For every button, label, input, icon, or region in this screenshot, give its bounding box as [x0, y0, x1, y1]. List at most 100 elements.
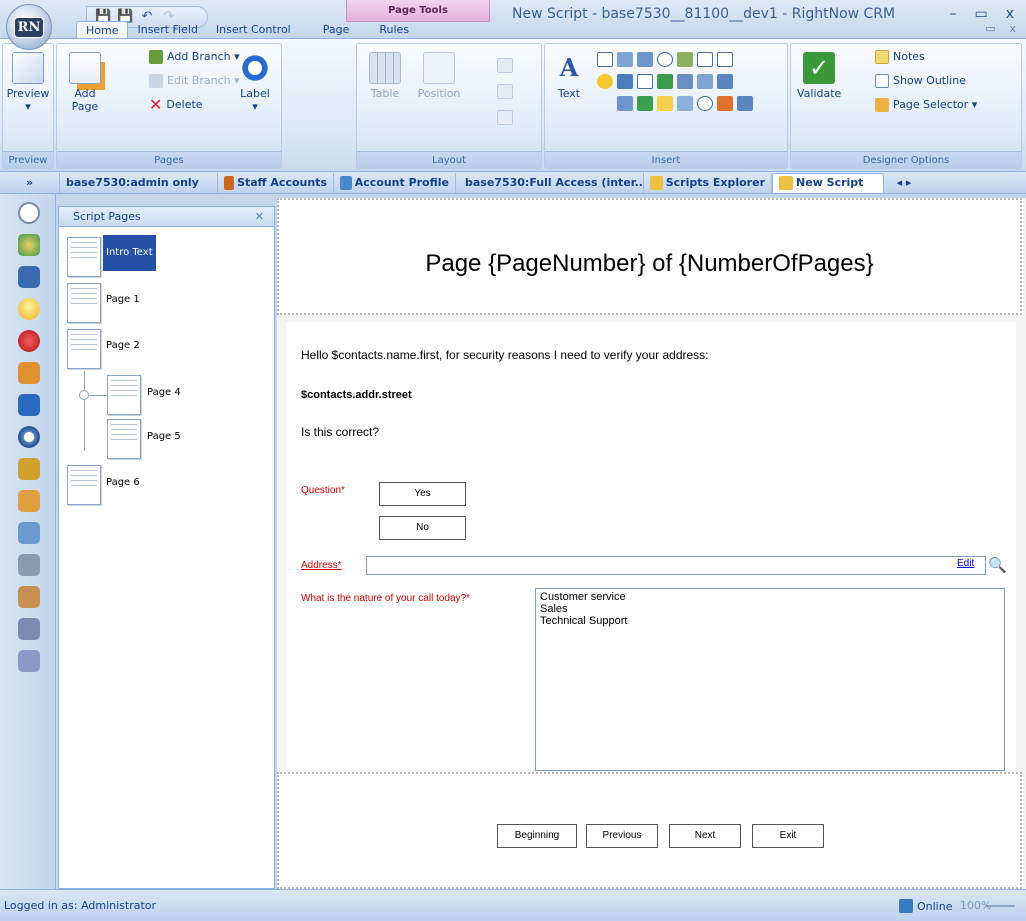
- spin-control-icon[interactable]: [717, 52, 733, 67]
- page-item-page-6[interactable]: Page 6: [106, 477, 140, 488]
- yes-button[interactable]: Yes: [379, 482, 466, 506]
- report-control-icon[interactable]: [717, 96, 733, 111]
- radio-control-icon[interactable]: [657, 52, 673, 67]
- branch-node-icon[interactable]: [79, 390, 89, 400]
- grid-control-icon[interactable]: [677, 74, 693, 89]
- page-thumbnail[interactable]: [67, 283, 101, 323]
- button-control-icon[interactable]: [697, 52, 713, 67]
- progress-control-icon[interactable]: [677, 96, 693, 111]
- online-status[interactable]: Online: [899, 899, 952, 913]
- page-item-page-4[interactable]: Page 4: [147, 387, 181, 398]
- table-button[interactable]: Table: [363, 52, 407, 100]
- tab-insert-control[interactable]: Insert Control: [207, 21, 300, 38]
- layout-small-icon-3[interactable]: [497, 110, 513, 125]
- nav-search-icon[interactable]: [18, 426, 40, 448]
- chart-control-icon[interactable]: [677, 52, 693, 67]
- next-button[interactable]: Next: [669, 824, 741, 848]
- folder-control-icon[interactable]: [657, 96, 673, 111]
- address-edit-link[interactable]: Edit: [957, 558, 974, 569]
- nav-globe-icon[interactable]: [18, 234, 40, 256]
- link-control-icon[interactable]: [637, 96, 653, 111]
- nav-opportunities-icon[interactable]: [18, 362, 40, 384]
- beginning-button[interactable]: Beginning: [497, 824, 577, 848]
- search-icon[interactable]: 🔍: [988, 556, 1008, 576]
- delete-button[interactable]: ✕ Delete: [149, 96, 203, 114]
- text-button[interactable]: A Text: [547, 52, 591, 100]
- doc-tab-admin-only[interactable]: base7530:admin only: [60, 172, 218, 193]
- nav-collapse-toggle[interactable]: »: [0, 172, 60, 193]
- user-control-icon[interactable]: [657, 74, 673, 89]
- maximize-button[interactable]: ▭: [974, 6, 987, 22]
- list-item[interactable]: Sales: [540, 603, 1000, 615]
- nav-organizations-icon[interactable]: [18, 458, 40, 480]
- minimize-button[interactable]: –: [949, 6, 956, 22]
- doc-tab-full-access[interactable]: base7530:Full Access (inter...: [456, 172, 644, 193]
- nav-answers-icon[interactable]: [18, 298, 40, 320]
- call-nature-listbox[interactable]: Customer service Sales Technical Support: [535, 588, 1005, 771]
- label-button[interactable]: Label ▾: [233, 52, 277, 113]
- nav-home-icon[interactable]: [18, 522, 40, 544]
- table-control-icon[interactable]: [697, 74, 713, 89]
- tab-page[interactable]: Page: [314, 21, 359, 38]
- list-item[interactable]: Customer service: [540, 591, 1000, 603]
- combobox-control-icon[interactable]: [617, 96, 633, 111]
- application-menu-button[interactable]: RN: [6, 4, 52, 50]
- lightbulb-icon[interactable]: [597, 74, 613, 89]
- page-item-page-1[interactable]: Page 1: [106, 294, 140, 305]
- doc-tab-account-profile[interactable]: Account Profile: [334, 172, 456, 193]
- tab-home[interactable]: Home: [76, 21, 129, 38]
- nav-incidents-icon[interactable]: [18, 330, 40, 352]
- layout-small-icon-1[interactable]: [497, 58, 513, 73]
- nav-analytics-icon[interactable]: [18, 394, 40, 416]
- close-document-button[interactable]: x: [1009, 22, 1016, 35]
- nav-configuration-icon[interactable]: [18, 618, 40, 640]
- textbox-control-icon[interactable]: [597, 52, 613, 67]
- page-item-page-2[interactable]: Page 2: [106, 340, 140, 351]
- previous-button[interactable]: Previous: [586, 824, 658, 848]
- page-thumbnail[interactable]: [67, 237, 101, 277]
- nav-staff-icon[interactable]: [18, 490, 40, 512]
- exit-button[interactable]: Exit: [752, 824, 824, 848]
- preview-button[interactable]: Preview ▾: [6, 52, 50, 113]
- zoom-slider[interactable]: [985, 905, 1015, 907]
- no-button[interactable]: No: [379, 516, 466, 540]
- add-branch-button[interactable]: Add Branch ▾: [149, 48, 240, 66]
- close-panel-icon[interactable]: ✕: [255, 207, 264, 227]
- tab-rules[interactable]: Rules: [370, 21, 418, 38]
- doc-tab-new-script[interactable]: New Script: [772, 172, 884, 193]
- combo-control-icon[interactable]: [637, 52, 653, 67]
- page-thumbnail[interactable]: [67, 465, 101, 505]
- position-button[interactable]: Position: [417, 52, 461, 100]
- page-thumbnail[interactable]: [107, 419, 141, 459]
- page-thumbnail[interactable]: [67, 329, 101, 369]
- nav-reports-icon[interactable]: [18, 650, 40, 672]
- notes-button[interactable]: Notes: [875, 48, 925, 66]
- tab-insert-field[interactable]: Insert Field: [128, 21, 206, 38]
- page-item-page-5[interactable]: Page 5: [147, 431, 181, 442]
- option-control-icon[interactable]: [697, 96, 713, 111]
- close-button[interactable]: x: [1006, 6, 1014, 22]
- restore-ribbon-button[interactable]: ▭: [985, 22, 995, 35]
- list-item[interactable]: Technical Support: [540, 615, 1000, 627]
- page-item-intro-text[interactable]: Intro Text: [103, 235, 156, 271]
- edit-branch-button[interactable]: Edit Branch ▾: [149, 72, 240, 90]
- address-input[interactable]: [366, 556, 986, 575]
- calendar-control-icon[interactable]: [617, 74, 633, 89]
- doc-tab-staff-accounts[interactable]: Staff Accounts: [218, 172, 334, 193]
- nav-tools-icon[interactable]: [18, 554, 40, 576]
- nav-refresh-icon[interactable]: [18, 202, 40, 224]
- listbox-control-icon[interactable]: [617, 52, 633, 67]
- scroll-down-icon[interactable]: [717, 74, 733, 89]
- layout-small-icon-2[interactable]: [497, 84, 513, 99]
- show-outline-button[interactable]: Show Outline: [875, 72, 966, 90]
- validate-button[interactable]: ✓ Validate: [797, 52, 841, 100]
- nav-contacts-icon[interactable]: [18, 266, 40, 288]
- add-page-button[interactable]: Add Page: [63, 52, 107, 113]
- more-controls-icon[interactable]: [737, 96, 753, 111]
- doc-tab-scripts-explorer[interactable]: Scripts Explorer: [644, 172, 772, 193]
- page-selector-button[interactable]: Page Selector ▾: [875, 96, 977, 114]
- nav-users-icon[interactable]: [18, 586, 40, 608]
- frame-control-icon[interactable]: [637, 74, 653, 89]
- doc-tabs-scroll[interactable]: ◂ ▸: [884, 173, 924, 193]
- page-thumbnail[interactable]: [107, 375, 141, 415]
